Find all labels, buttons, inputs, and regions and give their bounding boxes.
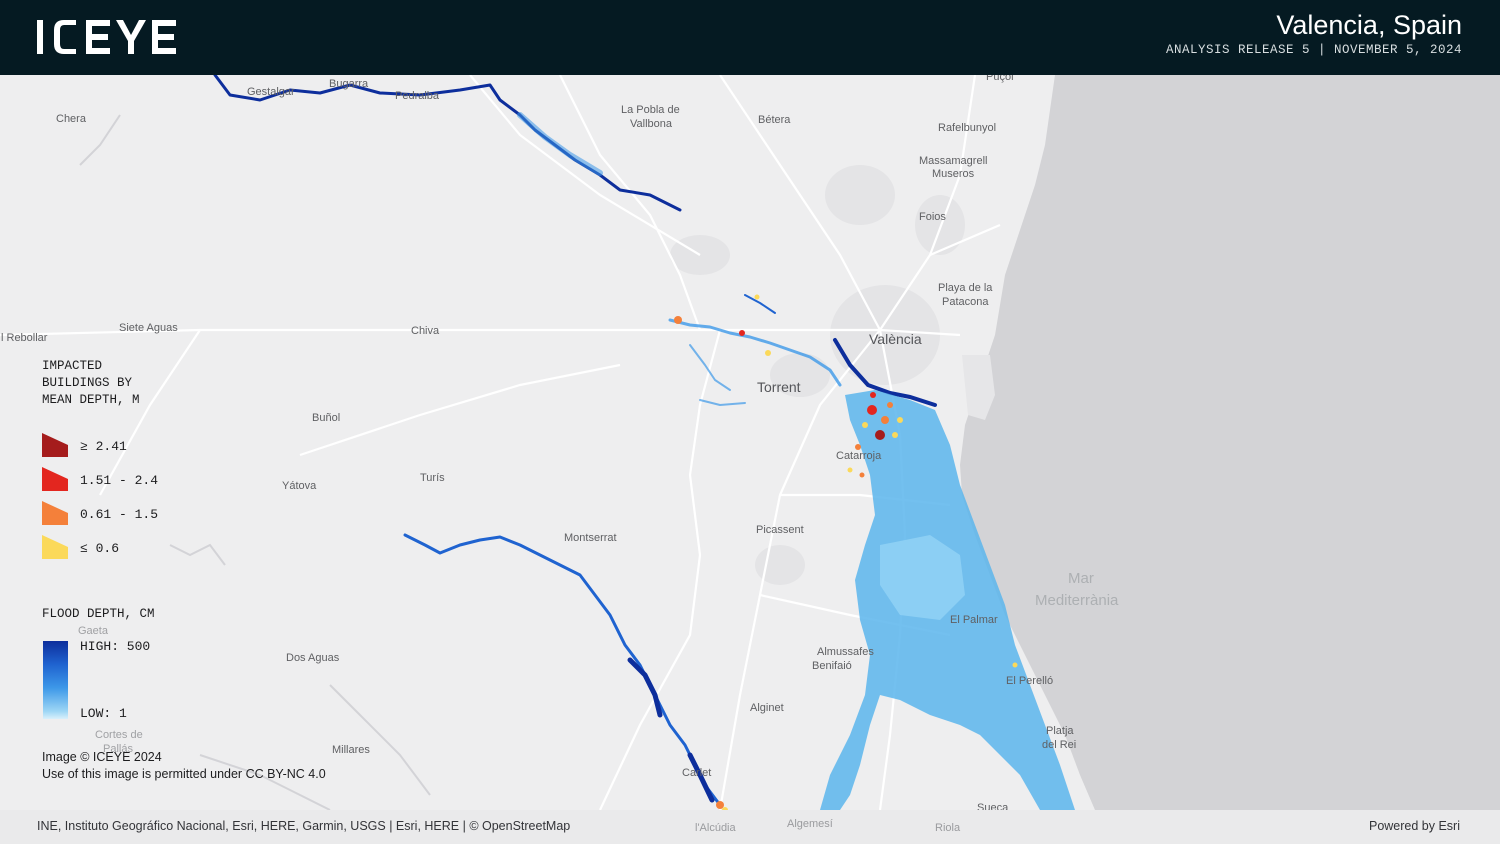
- place-platja-2: del Rei: [1042, 739, 1077, 751]
- flood-map[interactable]: Chera Gestalgar Bugarra Pedralba La Pobl…: [0, 71, 1500, 814]
- place-chera: Chera: [56, 113, 86, 125]
- place-catarroja: Catarroja: [836, 450, 882, 462]
- place-benifaio: Benifaió: [812, 660, 852, 672]
- place-playa-1: Playa de la: [938, 282, 993, 294]
- place-rafelbunyol: Rafelbunyol: [938, 122, 997, 134]
- copyright-line1: Image © ICEYE 2024: [42, 750, 162, 764]
- buildings-legend-title-line1: IMPACTED: [42, 359, 103, 373]
- legend-class-label: ≥ 2.41: [80, 439, 127, 454]
- place-torrent: Torrent: [757, 379, 801, 395]
- place-el-palmar: El Palmar: [950, 614, 998, 626]
- place-alginet: Alginet: [750, 702, 784, 714]
- place-massamagrell: Massamagrell: [919, 155, 988, 167]
- flood-high-label: HIGH: 500: [80, 639, 151, 654]
- building-swatch-icon: [42, 501, 68, 525]
- legend-class-label: 1.51 - 2.4: [80, 473, 159, 488]
- place-picassent: Picassent: [756, 524, 804, 536]
- powered-by-esri[interactable]: Powered by Esri: [1369, 819, 1460, 833]
- place-gaeta-2: Gaeta: [78, 625, 108, 637]
- map-attribution[interactable]: INE, Instituto Geográfico Nacional, Esri…: [37, 819, 570, 833]
- legend-class-label: 0.61 - 1.5: [80, 507, 159, 522]
- place-turis: Turís: [420, 472, 445, 484]
- place-playa-2: Patacona: [942, 296, 989, 308]
- place-gestalgar: Gestalgar: [247, 86, 295, 98]
- place-la-pobla-2: Vallbona: [630, 118, 672, 130]
- place-bunol: Buñol: [312, 412, 341, 424]
- place-chiva: Chiva: [411, 325, 440, 337]
- place-cortes-1: Cortes de: [95, 729, 143, 741]
- attribution-bar: l'Alcúdia Algemesí Riola INE, Instituto …: [0, 810, 1500, 844]
- place-siete-aguas: Siete Aguas: [119, 322, 178, 334]
- place-museros: Museros: [932, 168, 975, 180]
- place-bugarra: Bugarra: [329, 78, 369, 90]
- place-yatova: Yátova: [282, 480, 317, 492]
- header-bar: Valencia, Spain ANALYSIS RELEASE 5 | NOV…: [0, 0, 1500, 75]
- building-swatch-icon: [42, 535, 68, 559]
- place-la-pobla-1: La Pobla de: [621, 104, 680, 116]
- buildings-legend-title: IMPACTED BUILDINGS BY MEAN DEPTH, M: [42, 358, 140, 409]
- map-canvas: [0, 73, 1500, 813]
- flood-low-label: LOW: 1: [80, 706, 127, 721]
- place-millares: Millares: [332, 744, 370, 756]
- place-dos-aguas: Dos Aguas: [286, 652, 340, 664]
- place-alcudia: l'Alcúdia: [695, 822, 736, 834]
- buildings-legend-title-line2: BUILDINGS BY: [42, 376, 133, 390]
- place-riola: Riola: [935, 822, 961, 834]
- image-copyright: Image © ICEYE 2024 Use of this image is …: [42, 749, 326, 783]
- place-mediterrania: Mediterrània: [1035, 592, 1119, 609]
- building-swatch-icon: [42, 433, 68, 457]
- license-line: Use of this image is permitted under CC …: [42, 767, 326, 781]
- place-platja-1: Platja: [1046, 725, 1074, 737]
- building-swatch-icon: [42, 467, 68, 491]
- flood-depth-gradient: [43, 641, 68, 719]
- place-algemesi: Algemesí: [787, 818, 833, 830]
- buildings-legend-title-line3: MEAN DEPTH, M: [42, 393, 140, 407]
- page-title: Valencia, Spain: [1276, 10, 1462, 40]
- place-el-perello: El Perelló: [1006, 675, 1054, 687]
- place-almussafes: Almussafes: [817, 646, 874, 658]
- release-subtitle: ANALYSIS RELEASE 5 | NOVEMBER 5, 2024: [1165, 43, 1462, 57]
- place-foios: Foios: [919, 211, 946, 223]
- iceye-logo: [37, 20, 176, 54]
- place-betera: Bétera: [758, 114, 791, 126]
- place-carlet: Carlet: [682, 767, 712, 779]
- place-valencia: València: [869, 331, 922, 347]
- place-montserrat: Montserrat: [564, 532, 617, 544]
- flood-depth-legend-title: FLOOD DEPTH, CM: [42, 607, 155, 621]
- place-mar: Mar: [1068, 570, 1094, 587]
- place-pedralba: Pedralba: [395, 90, 440, 102]
- place-rebollar: l Rebollar: [1, 332, 48, 344]
- legend-class-label: ≤ 0.6: [80, 541, 120, 556]
